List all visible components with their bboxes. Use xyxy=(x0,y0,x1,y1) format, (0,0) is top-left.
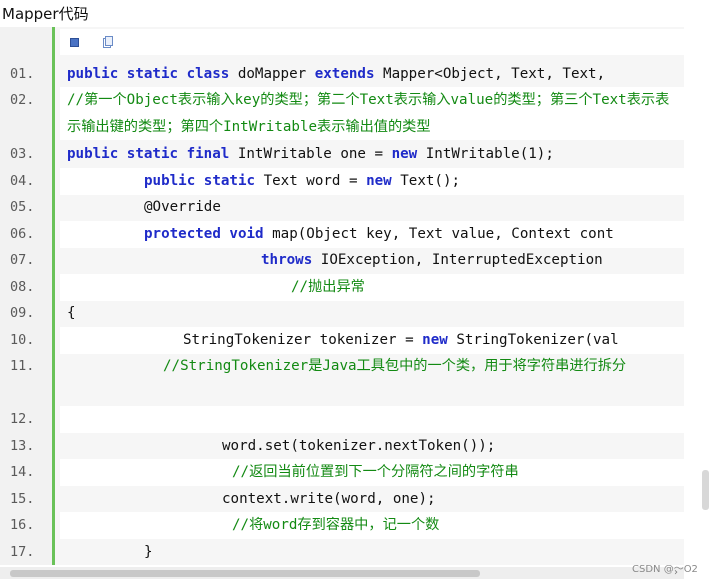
comment: //StringTokenizer是Java工具包中的一个类，用于将字符串进行拆… xyxy=(163,358,627,374)
code-line: 14. //返回当前位置到下一个分隔符之间的字符串 xyxy=(0,459,684,486)
code-token: IOException, InterruptedException xyxy=(312,252,603,268)
code-text: word.set(tokenizer.nextToken()); xyxy=(222,433,495,460)
line-number: 14. xyxy=(10,464,35,480)
code-token: StringTokenizer tokenizer = xyxy=(183,332,423,348)
keyword: throws xyxy=(261,252,313,268)
watermark: CSDN @～O2 xyxy=(632,564,698,575)
code-line: 05. @Override xyxy=(0,194,684,221)
line-number: 04. xyxy=(10,173,35,189)
code-line: 07. throws IOException, InterruptedExcept… xyxy=(0,247,684,274)
code-text: } xyxy=(144,539,153,565)
code-block: 01. public static class doMapper extends … xyxy=(0,27,684,565)
line-number: 12. xyxy=(10,411,35,427)
line-number: 10. xyxy=(10,332,35,348)
view-source-icon[interactable] xyxy=(70,38,79,47)
line-number: 08. xyxy=(10,279,35,295)
horizontal-scrollbar[interactable]: › xyxy=(0,567,684,579)
code-token: } xyxy=(144,544,153,560)
code-token: Text(); xyxy=(391,173,461,189)
keyword: public static final xyxy=(67,146,230,162)
line-number: 11. xyxy=(10,358,35,374)
keyword: new xyxy=(391,146,418,162)
keyword: new xyxy=(366,173,392,189)
vertical-scrollbar-thumb[interactable] xyxy=(702,470,709,510)
code-text: public static class doMapper extends Map… xyxy=(67,61,605,88)
line-number: 06. xyxy=(10,226,35,242)
code-line: 08. //抛出异常 xyxy=(0,274,684,301)
code-text: public static final IntWritable one = ne… xyxy=(67,141,554,168)
keyword: protected void xyxy=(144,226,264,242)
code-token: { xyxy=(67,305,76,321)
code-text: throws IOException, InterruptedException xyxy=(261,247,603,274)
code-text: protected void map(Object key, Text valu… xyxy=(144,221,614,248)
code-line: 06. protected void map(Object key, Text v… xyxy=(0,221,684,248)
line-number: 01. xyxy=(10,66,35,82)
code-token: doMapper xyxy=(229,66,315,82)
section-title: Mapper代码 xyxy=(2,5,89,23)
code-token: context.write(word, one); xyxy=(222,491,436,507)
code-token: Text word = xyxy=(255,173,367,189)
code-text: @Override xyxy=(144,194,221,221)
code-token: word.set(tokenizer.nextToken()); xyxy=(222,438,496,454)
keyword: extends xyxy=(314,66,375,82)
code-line: 13. word.set(tokenizer.nextToken()); xyxy=(0,433,684,460)
code-text: context.write(word, one); xyxy=(222,486,436,513)
code-line: 01. public static class doMapper extends … xyxy=(0,61,684,88)
code-text: StringTokenizer tokenizer = new StringTo… xyxy=(183,327,619,354)
code-text: { xyxy=(67,300,76,327)
code-line: 17.} xyxy=(0,539,684,565)
comment: //抛出异常 xyxy=(291,279,365,295)
code-line: 09. { xyxy=(0,300,684,327)
code-token: Mapper<Object, Text, Text, xyxy=(374,66,606,82)
code-toolbar xyxy=(60,29,684,55)
line-number: 02. xyxy=(10,92,35,108)
code-token: IntWritable one = xyxy=(229,146,392,162)
code-line: 02. //第一个Object表示输入key的类型；第二个Text表示输入valu… xyxy=(0,87,684,140)
keyword: new xyxy=(422,332,448,348)
comment: //将word存到容器中，记一个数 xyxy=(232,517,440,533)
code-text: //抛出异常 xyxy=(291,274,365,301)
keyword: public static xyxy=(144,173,256,189)
copy-icon[interactable] xyxy=(103,36,113,48)
code-line: 11. //StringTokenizer是Java工具包中的一个类，用于将字符串… xyxy=(0,353,684,406)
line-number: 09. xyxy=(10,305,35,321)
code-line: 04. public static Text word = new Text(); xyxy=(0,168,684,195)
comment: //返回当前位置到下一个分隔符之间的字符串 xyxy=(232,464,519,480)
code-line: 16. //将word存到容器中，记一个数 xyxy=(0,512,684,539)
code-text: //StringTokenizer是Java工具包中的一个类，用于将字符串进行拆… xyxy=(67,353,677,380)
line-number: 15. xyxy=(10,491,35,507)
line-number: 13. xyxy=(10,438,35,454)
code-line: 03. public static final IntWritable one =… xyxy=(0,141,684,168)
code-text: //将word存到容器中，记一个数 xyxy=(232,512,439,539)
line-number: 07. xyxy=(10,252,35,268)
horizontal-scrollbar-thumb[interactable] xyxy=(10,570,480,577)
code-token: StringTokenizer(val xyxy=(447,332,619,348)
code-token: IntWritable(1); xyxy=(417,146,554,162)
code-text: //第一个Object表示输入key的类型；第二个Text表示输入value的类… xyxy=(67,87,677,140)
line-number: 05. xyxy=(10,199,35,215)
code-line: 12. xyxy=(0,406,684,433)
code-text: //返回当前位置到下一个分隔符之间的字符串 xyxy=(232,459,519,486)
line-number: 17. xyxy=(10,544,35,560)
code-token: map(Object key, Text value, Context cont xyxy=(263,226,614,242)
line-number: 16. xyxy=(10,517,35,533)
code-line: 15. context.write(word, one); xyxy=(0,486,684,513)
line-number: 03. xyxy=(10,146,35,162)
code-text: public static Text word = new Text(); xyxy=(144,168,460,195)
comment: //第一个Object表示输入key的类型；第二个Text表示输入value的类… xyxy=(67,92,670,135)
keyword: public static class xyxy=(67,66,230,82)
code-line: 10. StringTokenizer tokenizer = new Strin… xyxy=(0,327,684,354)
code-token: @Override xyxy=(144,199,221,215)
